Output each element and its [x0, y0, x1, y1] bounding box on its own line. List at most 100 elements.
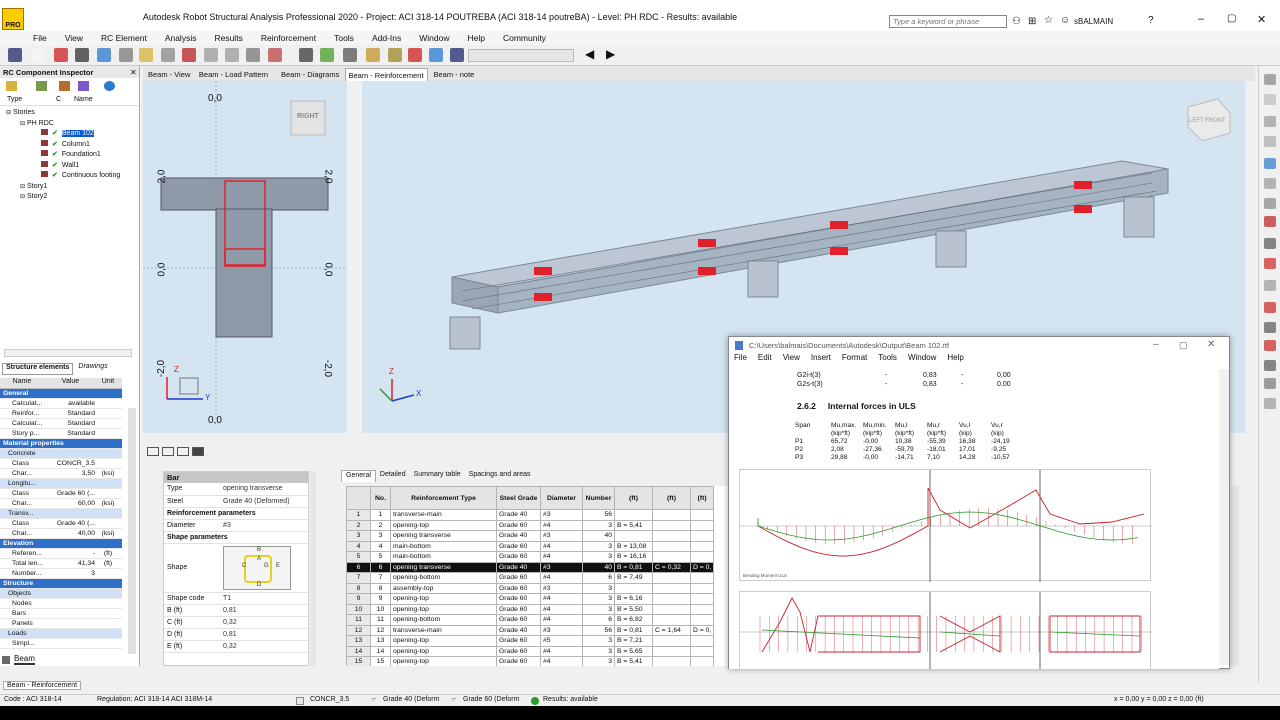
toolbar-tool-icon[interactable]: [366, 48, 380, 62]
bottom-tab-beam[interactable]: Beam: [2, 654, 35, 665]
doc-menu-item[interactable]: View: [783, 353, 800, 367]
section-vscroll[interactable]: [347, 81, 357, 433]
bar-param-value[interactable]: 0,32: [220, 616, 308, 629]
property-subsection[interactable]: Longitu...: [0, 479, 122, 489]
table-cell[interactable]: Grade 40: [496, 509, 541, 521]
toolbar-tool-icon[interactable]: [75, 48, 89, 62]
help-circle-icon[interactable]: [104, 81, 115, 91]
property-row[interactable]: Story p... Standard: [0, 429, 122, 439]
menu-item[interactable]: Window: [410, 33, 458, 43]
table-cell[interactable]: Grade 60: [496, 540, 541, 552]
bar-param-row[interactable]: D (ft) 0,81: [164, 628, 308, 641]
table-cell[interactable]: 7: [346, 572, 371, 584]
table-cell[interactable]: [652, 614, 691, 626]
table-row[interactable]: 7 7 opening-bottom Grade 60 #4 6 B = 7,49: [346, 572, 715, 584]
tab-structure-elements[interactable]: Structure elements: [2, 363, 74, 375]
right-tool-icon[interactable]: [1264, 280, 1276, 291]
table-cell[interactable]: #4: [540, 572, 583, 584]
property-row[interactable]: Calculat... available: [0, 399, 122, 409]
close-inspector-icon[interactable]: ✕: [130, 68, 137, 77]
table-cell[interactable]: Grade 60: [496, 593, 541, 605]
edit-icon[interactable]: [36, 81, 47, 91]
table-cell[interactable]: Grade 40: [496, 561, 541, 573]
toolbar-tool-icon[interactable]: [119, 48, 133, 62]
table-row[interactable]: 8 8 assembly-top Grade 60 #3 3: [346, 582, 715, 594]
table-cell[interactable]: [689, 603, 715, 615]
toolbar-tool-icon[interactable]: [408, 48, 422, 62]
table-cell[interactable]: [652, 656, 691, 666]
table-cell[interactable]: opening-bottom: [390, 614, 497, 626]
tree-node[interactable]: ✔ Column1: [0, 139, 139, 151]
table-cell[interactable]: [652, 530, 691, 542]
column-header[interactable]: Steel Grade: [496, 486, 541, 510]
table-cell[interactable]: [689, 519, 715, 531]
table-cell[interactable]: [689, 540, 715, 552]
table-cell[interactable]: [689, 582, 715, 594]
table-cell[interactable]: 3: [582, 540, 615, 552]
table-cell[interactable]: C = 1,64: [652, 624, 691, 636]
property-value[interactable]: Standard: [44, 429, 97, 438]
property-row[interactable]: Class CONCR_3.5: [0, 459, 122, 469]
property-subsection[interactable]: Objects: [0, 589, 122, 599]
table-cell[interactable]: 6: [582, 614, 615, 626]
table-cell[interactable]: Grade 60: [496, 582, 541, 594]
reinforcement-tab[interactable]: Spacings and areas: [465, 470, 535, 482]
expand-icon[interactable]: ⊟: [20, 182, 27, 193]
table-cell[interactable]: C = 0,32: [652, 561, 691, 573]
table-cell[interactable]: 1: [370, 509, 391, 521]
table-cell[interactable]: 13: [370, 635, 391, 647]
table-cell[interactable]: [652, 582, 691, 594]
reinforcement-tab[interactable]: General: [341, 470, 376, 482]
table-cell[interactable]: 15: [370, 656, 391, 666]
table-cell[interactable]: 56: [582, 509, 615, 521]
table-cell[interactable]: B = 13,08: [614, 540, 653, 552]
right-tool-icon[interactable]: [1264, 398, 1276, 409]
tree-node[interactable]: ⊟ Stories: [0, 108, 139, 119]
table-cell[interactable]: #4: [540, 614, 583, 626]
property-value[interactable]: [44, 609, 97, 618]
expand-icon[interactable]: ⊟: [20, 192, 27, 203]
property-row[interactable]: Char... 40,00 (ksi): [0, 529, 122, 539]
property-row[interactable]: Referen... - (ft): [0, 549, 122, 559]
doc-menu-item[interactable]: Help: [947, 353, 963, 367]
property-value[interactable]: 3,50: [44, 469, 97, 478]
table-row[interactable]: 14 14 opening-top Grade 60 #4 3 B = 5,65: [346, 645, 715, 657]
bar-param-value[interactable]: 0,81: [220, 628, 308, 641]
property-row[interactable]: Simpl...: [0, 639, 122, 649]
property-value[interactable]: [44, 639, 97, 648]
table-cell[interactable]: #4: [540, 656, 583, 666]
table-cell[interactable]: 2: [346, 519, 371, 531]
right-tool-icon[interactable]: [1264, 74, 1276, 85]
table-cell[interactable]: #3: [540, 582, 583, 594]
table-row[interactable]: 5 5 main-bottom Grade 60 #4 3 B = 16,16: [346, 551, 715, 563]
table-cell[interactable]: #4: [540, 519, 583, 531]
tree-node[interactable]: ✔ Wall1: [0, 160, 139, 172]
help-icon[interactable]: ?: [1148, 15, 1154, 26]
table-cell[interactable]: [689, 645, 715, 657]
table-cell[interactable]: 4: [370, 540, 391, 552]
property-value[interactable]: [44, 599, 97, 608]
toolbar-tool-icon[interactable]: [429, 48, 443, 62]
right-tool-icon[interactable]: [1264, 216, 1276, 227]
table-row[interactable]: 12 12 transverse-main Grade 40 #3 56 B = 0,81 C…: [346, 624, 715, 636]
table-cell[interactable]: [689, 530, 715, 542]
table-cell[interactable]: 14: [346, 645, 371, 657]
property-row[interactable]: Total len... 41,34 (ft): [0, 559, 122, 569]
right-tool-icon[interactable]: [1264, 158, 1276, 169]
section-view[interactable]: RIGHT 0,0 2,0 2,0 0,0 0,0 -2,0 -2,0 0,0 …: [143, 81, 347, 433]
toolbar-tool-icon[interactable]: [139, 48, 153, 62]
bar-icon[interactable]: [177, 447, 189, 456]
toolbar-tool-icon[interactable]: [182, 48, 196, 62]
table-cell[interactable]: 4: [346, 540, 371, 552]
property-subsection[interactable]: Loads: [0, 629, 122, 639]
column-header[interactable]: (ft): [652, 486, 691, 510]
table-cell[interactable]: opening-top: [390, 519, 497, 531]
table-cell[interactable]: B = 5,50: [614, 603, 653, 615]
table-cell[interactable]: opening transverse: [390, 530, 497, 542]
right-tool-icon[interactable]: [1264, 322, 1276, 333]
table-cell[interactable]: #4: [540, 593, 583, 605]
bar-param-row[interactable]: Diameter #3: [164, 519, 308, 532]
view-icon[interactable]: [147, 447, 159, 456]
column-header[interactable]: Diameter: [540, 486, 583, 510]
doc-menu-item[interactable]: Tools: [878, 353, 897, 367]
